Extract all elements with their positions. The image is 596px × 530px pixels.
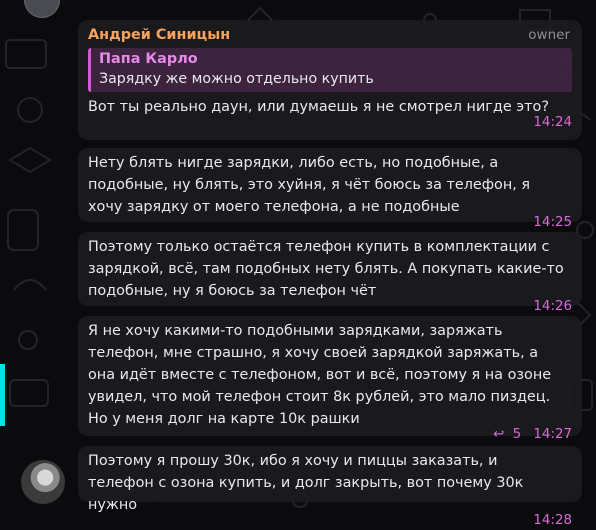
reply-quote[interactable]: Папа Карло Зарядку же можно отдельно куп… <box>88 48 572 92</box>
reply-author: Папа Карло <box>99 51 198 67</box>
message-bubble[interactable]: Поэтому только остаётся телефон купить в… <box>78 232 582 314</box>
message-bubble[interactable]: Я не хочу какими-то подобными зарядками,… <box>78 316 582 442</box>
reply-count[interactable]: 5 <box>513 427 522 442</box>
sender-avatar[interactable] <box>21 460 65 504</box>
message-text: Поэтому я прошу 30к, ибо я хочу и пиццы … <box>88 453 524 513</box>
message-time: 14:27 <box>533 427 572 442</box>
message-bubble[interactable]: Поэтому я прошу 30к, ибо я хочу и пиццы … <box>78 446 582 528</box>
message-text: Вот ты реально даун, или думаешь я не см… <box>88 99 549 115</box>
message-bubble[interactable]: Нету блять нигде зарядки, либо есть, но … <box>78 148 582 230</box>
message-bubble[interactable]: Андрей Синицын owner Папа Карло Зарядку … <box>78 20 582 140</box>
reply-arrow-icon[interactable]: ↩ <box>493 426 504 444</box>
message-meta: 14:28 <box>88 512 572 530</box>
sender-name[interactable]: Андрей Синицын <box>88 24 230 46</box>
message-header: Андрей Синицын owner <box>88 24 572 46</box>
message-time: 14:28 <box>533 513 572 528</box>
message-text: Нету блять нигде зарядки, либо есть, но … <box>88 155 531 215</box>
message-text: Я не хочу какими-то подобными зарядками,… <box>88 323 552 427</box>
reply-text: Зарядку же можно отдельно купить <box>99 71 374 87</box>
role-badge: owner <box>528 27 570 43</box>
message-time: 14:25 <box>533 215 572 230</box>
message-time: 14:26 <box>533 299 572 314</box>
message-text: Поэтому только остаётся телефон купить в… <box>88 239 564 299</box>
side-accent-bar <box>0 364 5 426</box>
message-time: 14:24 <box>533 115 572 130</box>
